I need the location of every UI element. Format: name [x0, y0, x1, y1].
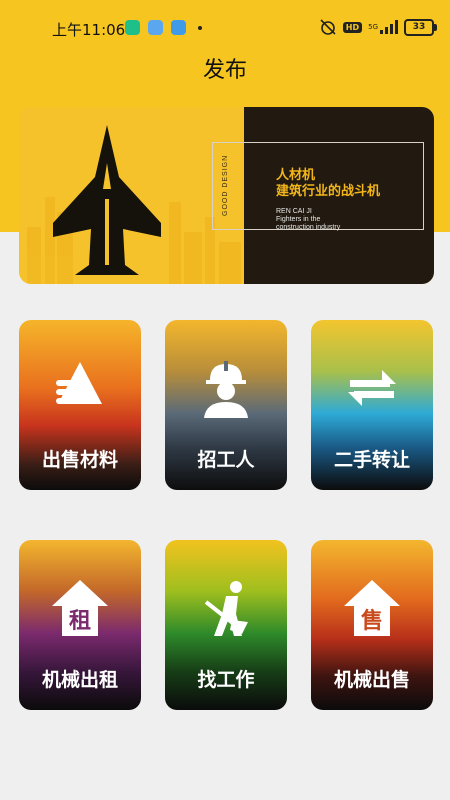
banner-subtitle-line2: Fighters in the [276, 216, 321, 223]
digging-worker-icon [204, 581, 248, 636]
app-notification-icon [125, 20, 140, 35]
hd-badge: HD [342, 21, 363, 33]
card-find-job[interactable]: 找工作 [165, 540, 287, 710]
page-title: 发布 [202, 58, 247, 83]
card-label: 找工作 [197, 669, 255, 691]
status-time: 上午11:06 [52, 21, 126, 39]
message-notification-icon [171, 20, 186, 35]
status-bar: 上午11:06 HD 5G 33 [0, 0, 450, 56]
signal-icon [380, 20, 398, 34]
worker-helmet-icon [204, 361, 248, 418]
materials-sale-icon [56, 362, 102, 404]
battery-icon: 33 [404, 18, 437, 36]
banner-subtitle: REN CAI JI Fighters in the construction … [276, 208, 340, 232]
sale-badge-text: 售 [361, 608, 383, 634]
status-indicators: HD 5G 33 [319, 18, 437, 36]
banner-title: 人材机 建筑行业的战斗机 [276, 168, 380, 200]
fighter-jet-illustration [53, 125, 161, 275]
card-hire-workers[interactable]: 招工人 [165, 320, 287, 490]
rent-badge-text: 租 [69, 609, 91, 634]
card-label: 出售材料 [41, 449, 118, 471]
card-machinery-rental[interactable]: 租 机械出租 [19, 540, 141, 710]
banner-subtitle-line3: construction industry [276, 224, 341, 231]
banner-title-line2: 建筑行业的战斗机 [276, 184, 381, 199]
house-sale-icon: 售 [344, 580, 400, 636]
transfer-arrows-icon [348, 370, 396, 406]
card-label: 招工人 [197, 449, 255, 471]
banner-side-label: GOOD DESIGN [222, 154, 229, 216]
banner-title-line1: 人材机 [276, 168, 316, 183]
house-rent-icon: 租 [52, 580, 108, 636]
card-label: 二手转让 [333, 449, 410, 471]
card-machinery-sale[interactable]: 售 机械出售 [311, 540, 433, 710]
network-label: 5G [368, 23, 378, 31]
card-label: 机械出租 [41, 669, 118, 691]
calendar-notification-icon [148, 20, 163, 35]
promo-banner[interactable]: GOOD DESIGN 人材机 建筑行业的战斗机 REN CAI JI Figh… [19, 107, 434, 284]
card-label: 机械出售 [333, 669, 410, 691]
card-second-hand-transfer[interactable]: 二手转让 [311, 320, 433, 490]
banner-subtitle-line1: REN CAI JI [276, 208, 312, 215]
card-sell-materials[interactable]: 出售材料 [19, 320, 141, 490]
more-notifications-dot [198, 26, 202, 30]
alarm-off-icon [320, 19, 336, 35]
